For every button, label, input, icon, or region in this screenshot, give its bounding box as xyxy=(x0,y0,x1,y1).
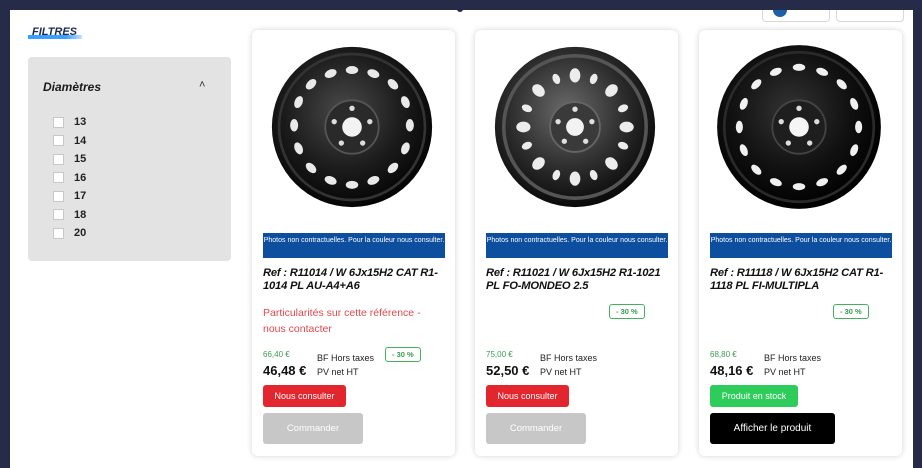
wheel-image[interactable] xyxy=(263,38,441,216)
sort-select[interactable] xyxy=(836,10,904,22)
photo-disclaimer: Photos non contractuelles. Pour la coule… xyxy=(263,233,445,258)
filter-option-14[interactable]: 14 xyxy=(53,132,86,151)
filter-option-label: 13 xyxy=(74,116,87,129)
checkbox[interactable] xyxy=(53,153,64,165)
product-card: Photos non contractuelles. Pour la coule… xyxy=(475,30,678,456)
special-notice: Particularités sur cette référence - nou… xyxy=(263,307,421,335)
filters-title: FILTRES xyxy=(28,25,83,39)
filter-option-label: 17 xyxy=(74,190,87,203)
filter-option-18[interactable]: 18 xyxy=(53,206,86,225)
pv-label: PV net HT xyxy=(764,367,806,377)
product-card: Photos non contractuelles. Pour la coule… xyxy=(699,30,902,456)
wheel-image[interactable] xyxy=(710,38,888,216)
contact-us-button[interactable]: Nous consulter xyxy=(263,385,346,407)
filter-option-label: 14 xyxy=(74,134,87,147)
filter-option-label: 20 xyxy=(74,227,87,240)
checkbox[interactable] xyxy=(53,116,64,128)
order-button[interactable]: Commander xyxy=(486,413,586,444)
photo-disclaimer: Photos non contractuelles. Pour la coule… xyxy=(486,233,668,258)
product-reference[interactable]: Ref : R11118 / W 6Jx15H2 CAT R1-1118 PL … xyxy=(710,267,896,293)
net-price: 52,50 € xyxy=(486,363,530,378)
filter-options: 13 14 15 16 17 18 20 xyxy=(53,113,86,243)
page-frame: FILTRES Diamètres ˄ 13 14 15 16 17 18 20 xyxy=(10,10,913,468)
discount-badge: - 30 % xyxy=(385,347,421,362)
contact-us-button[interactable]: Nous consulter xyxy=(486,385,569,407)
filter-option-label: 16 xyxy=(74,171,87,184)
chevron-up-icon[interactable]: ˄ xyxy=(199,79,205,91)
in-stock-button[interactable]: Produit en stock xyxy=(710,385,798,407)
filter-option-label: 18 xyxy=(74,208,87,221)
pv-label: PV net HT xyxy=(317,367,359,377)
bf-label: BF Hors taxes xyxy=(540,353,598,363)
old-price: 68,80 € xyxy=(710,350,737,359)
filter-option-16[interactable]: 16 xyxy=(53,169,86,188)
product-card: Photos non contractuelles. Pour la coule… xyxy=(252,30,455,456)
product-reference[interactable]: Ref : R11014 / W 6Jx15H2 CAT R1-1014 PL … xyxy=(263,267,449,293)
view-toggle[interactable] xyxy=(762,10,830,22)
bf-label: BF Hors taxes xyxy=(764,353,822,363)
checkbox[interactable] xyxy=(53,190,64,202)
order-button[interactable]: Commander xyxy=(263,413,363,444)
net-price: 46,48 € xyxy=(263,363,307,378)
filter-panel-diameters: Diamètres ˄ 13 14 15 16 17 18 20 xyxy=(28,57,231,261)
view-product-button[interactable]: Afficher le produit xyxy=(710,413,835,444)
checkbox[interactable] xyxy=(53,172,64,184)
filter-option-13[interactable]: 13 xyxy=(53,113,86,132)
product-reference[interactable]: Ref : R11021 / W 6Jx15H2 R1-1021 PL FO-M… xyxy=(486,267,672,293)
bf-label: BF Hors taxes xyxy=(317,353,375,363)
filter-option-15[interactable]: 15 xyxy=(53,150,86,169)
old-price: 66,40 € xyxy=(263,350,290,359)
pv-label: PV net HT xyxy=(540,367,582,377)
filter-option-label: 15 xyxy=(74,153,87,166)
camera-notch xyxy=(457,10,463,12)
checkbox[interactable] xyxy=(53,135,64,147)
discount-badge: - 30 % xyxy=(609,304,645,319)
discount-badge: - 30 % xyxy=(833,304,869,319)
old-price: 75,00 € xyxy=(486,350,513,359)
checkbox[interactable] xyxy=(53,227,64,239)
wheel-image[interactable] xyxy=(486,38,664,216)
filter-option-17[interactable]: 17 xyxy=(53,187,86,206)
photo-disclaimer: Photos non contractuelles. Pour la coule… xyxy=(710,233,892,258)
toggle-dot-icon xyxy=(773,10,787,17)
net-price: 48,16 € xyxy=(710,363,754,378)
filter-group-title: Diamètres xyxy=(43,80,102,94)
checkbox[interactable] xyxy=(53,209,64,221)
filter-option-20[interactable]: 20 xyxy=(53,224,86,243)
